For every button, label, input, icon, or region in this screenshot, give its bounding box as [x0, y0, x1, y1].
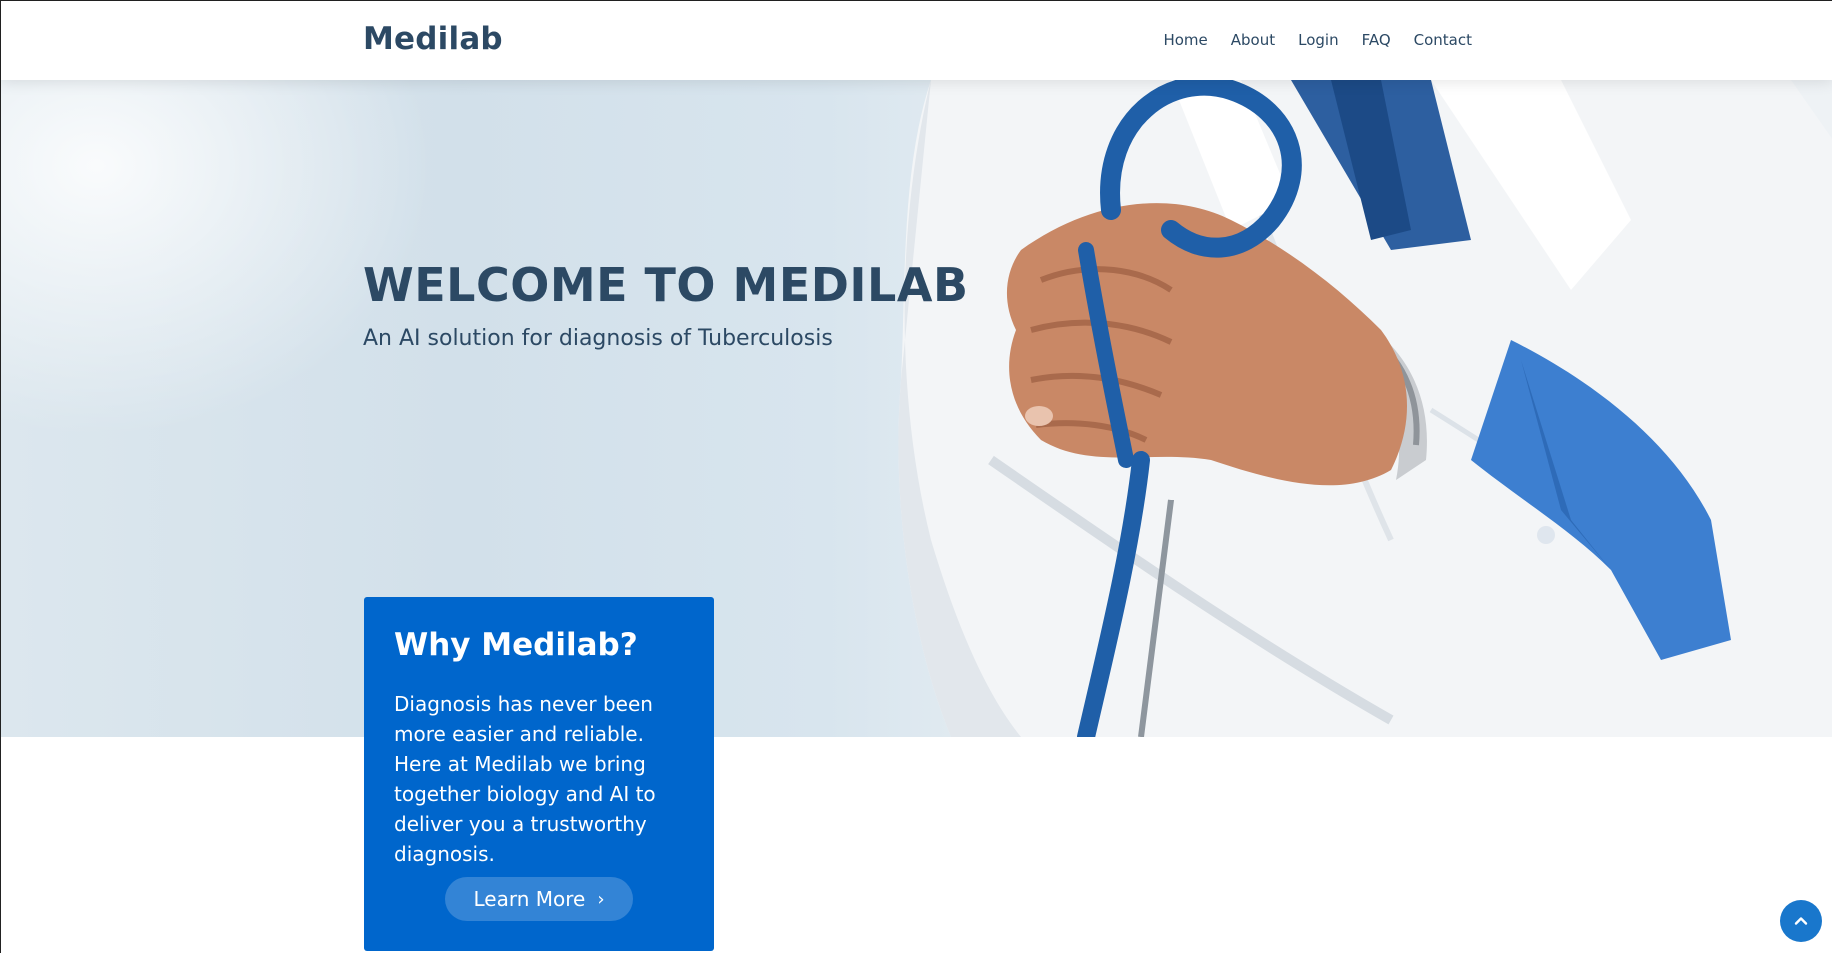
hero-section: WELCOME TO MEDILAB An AI solution for di… [1, 80, 1832, 737]
learn-more-label: Learn More [473, 887, 586, 911]
why-title: Why Medilab? [394, 627, 638, 663]
why-body: Diagnosis has never been more easier and… [394, 692, 656, 866]
site-header: Medilab Home About Login FAQ Contact [1, 1, 1832, 80]
logo[interactable]: Medilab [363, 21, 503, 57]
nav-home[interactable]: Home [1163, 31, 1207, 49]
learn-more-button[interactable]: Learn More › [445, 877, 633, 921]
main-nav: Home About Login FAQ Contact [1163, 31, 1472, 49]
nav-login[interactable]: Login [1298, 31, 1338, 49]
back-to-top-button[interactable] [1780, 900, 1822, 942]
nav-faq[interactable]: FAQ [1362, 31, 1391, 49]
why-medilab-box: Why Medilab? Diagnosis has never been mo… [364, 597, 714, 951]
chevron-right-icon: › [597, 888, 605, 910]
hero-subtitle: An AI solution for diagnosis of Tubercul… [363, 326, 833, 351]
nav-about[interactable]: About [1231, 31, 1275, 49]
chevron-up-icon [1794, 917, 1808, 925]
nav-contact[interactable]: Contact [1414, 31, 1472, 49]
doctor-image [898, 80, 1832, 737]
hero-title: WELCOME TO MEDILAB [363, 258, 969, 312]
